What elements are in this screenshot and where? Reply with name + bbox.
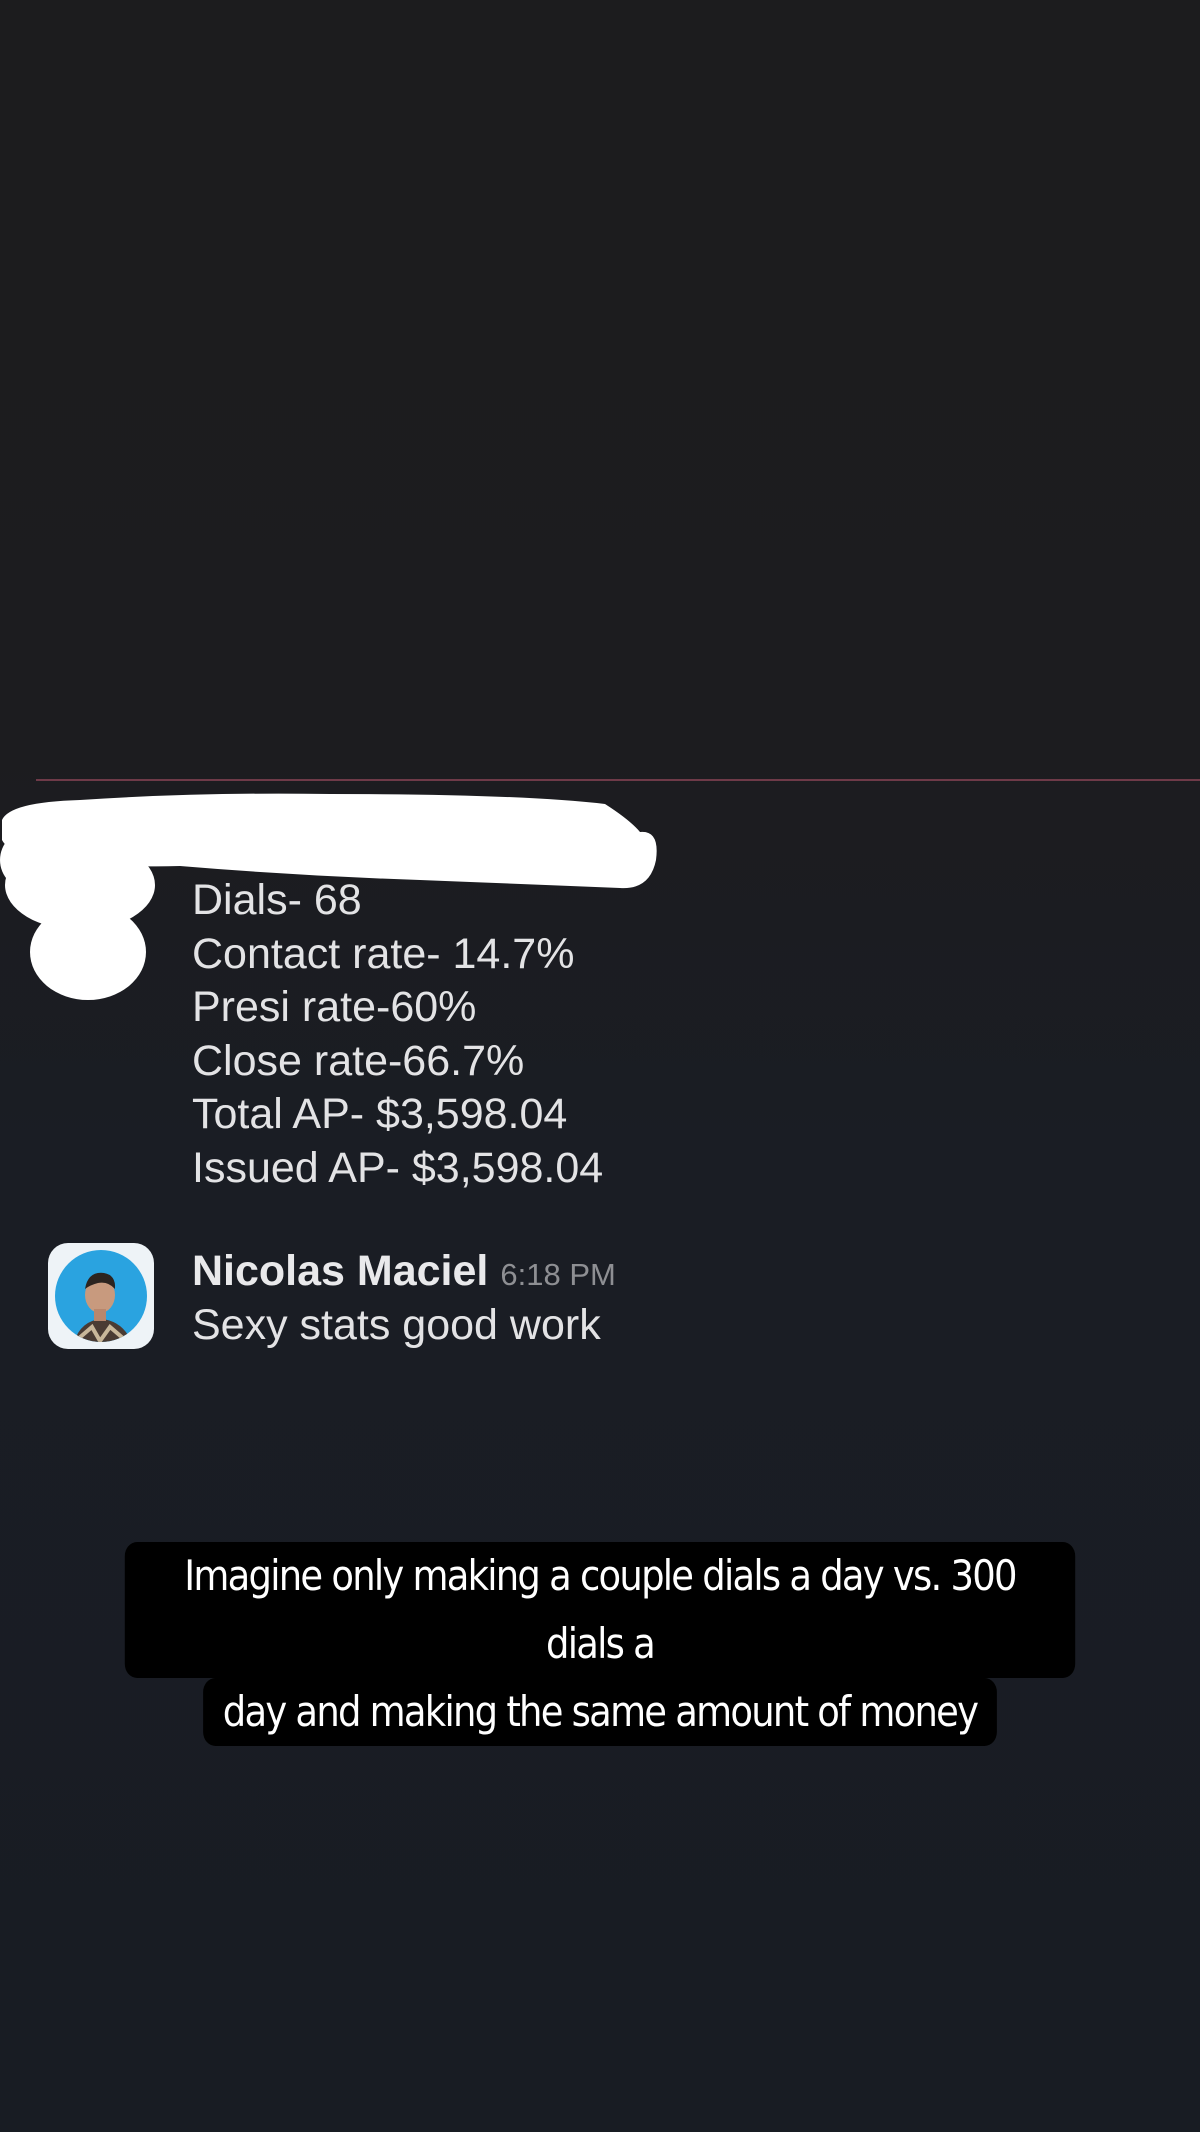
message-timestamp[interactable]: 6:18 PM [500,1257,615,1292]
new-messages-divider [36,779,1200,781]
reply-message: Nicolas Maciel 6:18 PM Sexy stats good wo… [48,1243,1148,1353]
reply-header: Nicolas Maciel 6:18 PM [192,1247,616,1296]
stat-issued-ap: Issued AP- $3,598.04 [192,1143,604,1192]
author-name[interactable]: Nicolas Maciel [192,1247,488,1295]
stat-total-ap: Total AP- $3,598.04 [192,1090,568,1139]
profile-photo-avatar-icon [55,1250,147,1342]
avatar[interactable] [48,1243,154,1349]
caption-line-1: Imagine only making a couple dials a day… [124,1542,1076,1678]
stat-presi-rate: Presi rate-60% [192,983,477,1032]
stats-message: Dials- 68 Contact rate- 14.7% Presi rate… [192,874,603,1196]
story-caption: Imagine only making a couple dials a day… [124,1542,1076,1746]
reply-text: Sexy stats good work [192,1301,601,1349]
stat-contact-rate: Contact rate- 14.7% [192,929,575,978]
stat-close-rate: Close rate-66.7% [192,1036,525,1085]
stat-dials: Dials- 68 [192,876,362,924]
caption-line-2: day and making the same amount of money [203,1678,997,1746]
